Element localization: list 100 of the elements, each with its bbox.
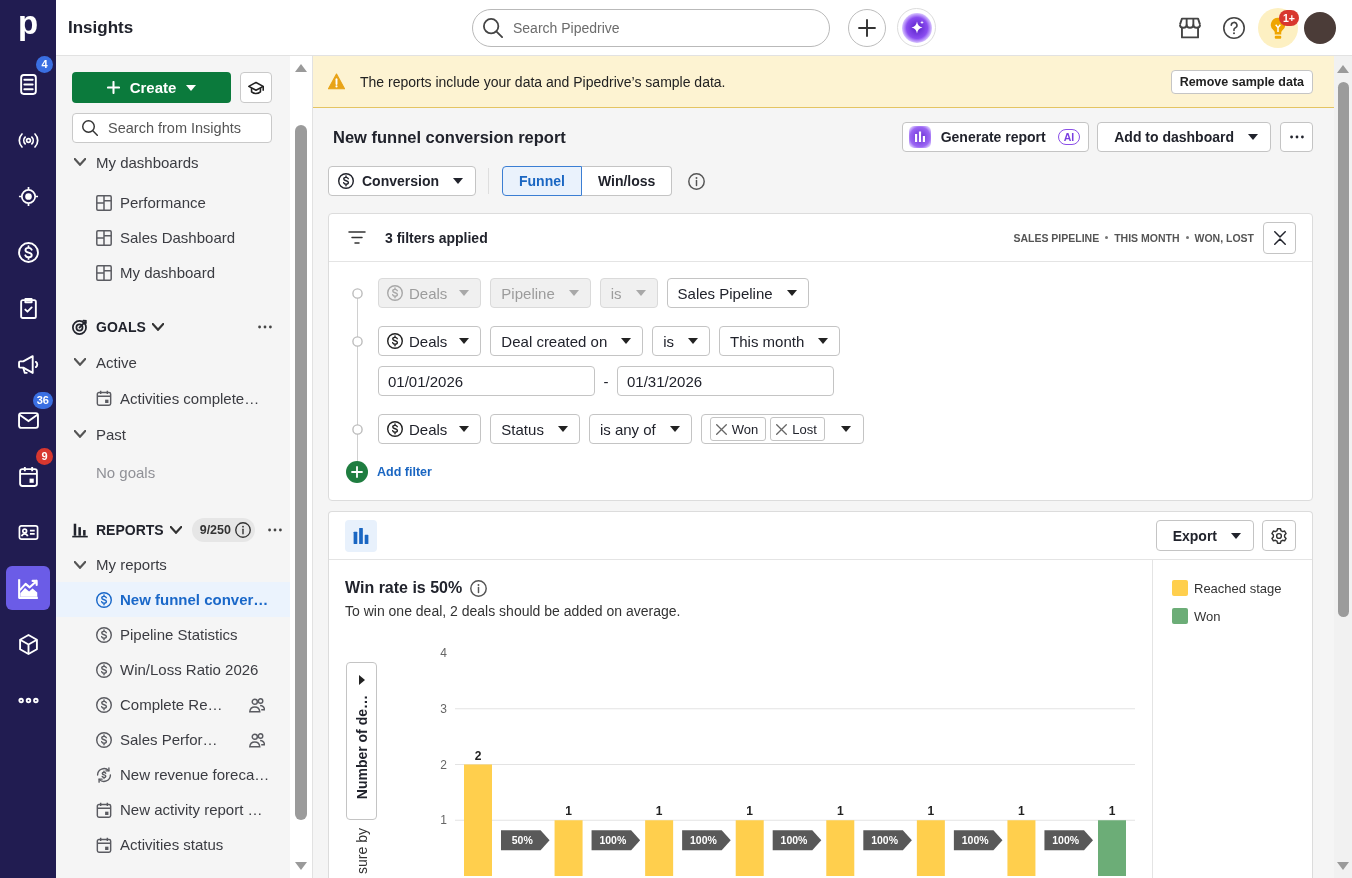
collapse-filters-button[interactable] bbox=[1263, 221, 1296, 254]
learn-button[interactable] bbox=[240, 72, 272, 103]
user-avatar[interactable] bbox=[1304, 11, 1336, 44]
filter-summary-text: WON, LOST bbox=[1194, 231, 1254, 244]
calendar-icon bbox=[96, 801, 112, 818]
bar-value-label: 2 bbox=[474, 748, 482, 763]
close-icon[interactable] bbox=[776, 423, 788, 435]
add-circle-icon[interactable] bbox=[346, 461, 368, 483]
caret-down-icon bbox=[621, 338, 632, 344]
measure-dropdown[interactable]: Number of de… bbox=[346, 662, 377, 820]
sidebar-item[interactable]: New funnel conver… bbox=[56, 582, 290, 617]
date-field[interactable]: 01/31/2026 bbox=[617, 366, 834, 396]
sidebar-item[interactable]: Pipeline Statistics bbox=[56, 617, 290, 652]
bar-value-label: 1 bbox=[565, 804, 572, 819]
sidebar-item[interactable]: My dashboard bbox=[56, 255, 290, 290]
filter-dropdown[interactable]: Sales Pipeline bbox=[666, 278, 809, 308]
value-tag[interactable]: Won bbox=[709, 417, 767, 441]
filter-dropdown[interactable]: Status bbox=[490, 414, 580, 444]
filter-dropdown[interactable]: is bbox=[652, 326, 711, 356]
more-icon bbox=[17, 696, 39, 704]
more-icon[interactable] bbox=[258, 324, 272, 329]
bar-value-label: 1 bbox=[655, 804, 663, 819]
date-field[interactable]: 01/01/2026 bbox=[378, 366, 595, 396]
dollar-icon bbox=[96, 731, 112, 748]
sidebar-item[interactable]: Complete Re… bbox=[56, 687, 290, 722]
quick-add-button[interactable] bbox=[848, 8, 886, 47]
filter-dropdown[interactable]: This month bbox=[719, 326, 841, 356]
sidebar-item[interactable]: Win/Loss Ratio 2026 bbox=[56, 652, 290, 687]
group-header[interactable]: My dashboards bbox=[56, 148, 290, 176]
sidebar-item[interactable]: New revenue foreca… bbox=[56, 757, 290, 792]
chart-settings-button[interactable] bbox=[1262, 520, 1296, 551]
more-icon[interactable] bbox=[268, 527, 282, 532]
conversion-rate-tag: 100% bbox=[953, 830, 1003, 851]
entity-dropdown[interactable]: Deals bbox=[378, 414, 482, 444]
help-icon[interactable] bbox=[1223, 16, 1245, 39]
sidebar-item[interactable]: Performance bbox=[56, 185, 290, 220]
create-button[interactable]: Create bbox=[72, 72, 231, 103]
dollar-icon bbox=[387, 333, 403, 349]
add-filter-link[interactable]: Add filter bbox=[377, 465, 432, 479]
sidebar-item[interactable]: Activities status bbox=[56, 827, 290, 862]
group-header[interactable]: Active bbox=[56, 344, 290, 380]
ai-assistant-button[interactable] bbox=[897, 8, 936, 47]
notification-badge: 9 bbox=[36, 448, 53, 465]
caret-down-icon bbox=[786, 290, 797, 296]
report-type-dropdown[interactable]: Conversion bbox=[328, 166, 476, 196]
report-count-badge: 9/250 bbox=[191, 517, 255, 542]
graduation-cap-icon bbox=[248, 79, 264, 96]
calendar-icon bbox=[96, 390, 112, 406]
sidebar-item[interactable]: Activities complete… bbox=[56, 380, 290, 416]
generate-report-button[interactable]: Generate report AI bbox=[901, 122, 1090, 152]
multi-select-field[interactable]: Won Lost bbox=[700, 414, 864, 444]
search-field[interactable]: Search Pipedrive bbox=[472, 8, 830, 47]
sidebar-item[interactable]: Sales Perfor… bbox=[56, 722, 290, 757]
value-tag[interactable]: Lost bbox=[770, 417, 825, 441]
scroll-down-arrow-icon[interactable] bbox=[295, 862, 307, 870]
view-tab[interactable]: Funnel bbox=[502, 166, 582, 196]
report-title: New funnel conversion report bbox=[333, 127, 566, 147]
filter-dropdown[interactable]: Deal created on bbox=[490, 326, 644, 356]
mail-icon bbox=[17, 409, 39, 431]
clipboard-check-icon bbox=[17, 297, 39, 319]
calendar-icon bbox=[17, 465, 39, 487]
search-field[interactable]: Search from Insights bbox=[72, 113, 272, 143]
export-button[interactable]: Export bbox=[1155, 520, 1254, 551]
group-header[interactable]: Past bbox=[56, 416, 290, 452]
annotation: 100% bbox=[961, 834, 990, 847]
nav-item[interactable] bbox=[6, 566, 50, 610]
close-icon[interactable] bbox=[715, 423, 727, 435]
dashboard-icon bbox=[96, 229, 112, 246]
sidebar-item[interactable]: Sales Dashboard bbox=[56, 220, 290, 255]
bar-chart-icon bbox=[908, 126, 931, 148]
section-header[interactable]: REPORTS bbox=[72, 517, 182, 542]
info-icon[interactable] bbox=[470, 579, 488, 597]
chart-headline: Win rate is 50% bbox=[345, 579, 463, 597]
sidebar-item[interactable]: New activity report … bbox=[56, 792, 290, 827]
legend-label: Reached stage bbox=[1194, 580, 1282, 596]
info-icon[interactable] bbox=[234, 521, 251, 538]
scroll-up-arrow-icon[interactable] bbox=[295, 64, 307, 72]
filter-icon[interactable] bbox=[348, 231, 366, 244]
search-icon bbox=[82, 120, 98, 136]
remove-sample-data-button[interactable]: Remove sample data bbox=[1170, 69, 1313, 94]
caret-down-icon bbox=[669, 426, 680, 432]
info-icon[interactable] bbox=[688, 172, 706, 190]
caret-down-icon bbox=[568, 290, 579, 296]
conversion-rate-tag: 100% bbox=[591, 830, 641, 851]
view-tab[interactable]: Win/loss bbox=[581, 166, 673, 196]
entity-dropdown[interactable]: Deals bbox=[378, 326, 482, 356]
group-header[interactable]: My reports bbox=[56, 547, 290, 582]
app-logo[interactable]: p bbox=[17, 6, 39, 39]
store-icon[interactable] bbox=[1179, 16, 1201, 39]
add-to-dashboard-button[interactable]: Add to dashboard bbox=[1097, 122, 1271, 152]
annotation: 100% bbox=[1052, 834, 1080, 847]
section-header[interactable]: GOALS bbox=[72, 314, 164, 339]
scrollbar-thumb[interactable] bbox=[295, 125, 307, 820]
caret-down-icon bbox=[453, 178, 463, 184]
chart-type-button[interactable] bbox=[345, 519, 377, 552]
bar-value-label: 1 bbox=[927, 804, 935, 819]
legend-label: Won bbox=[1194, 608, 1221, 624]
dollar-icon bbox=[17, 241, 39, 263]
scrollbar-thumb[interactable] bbox=[1337, 82, 1349, 617]
filter-dropdown[interactable]: is any of bbox=[588, 414, 692, 444]
